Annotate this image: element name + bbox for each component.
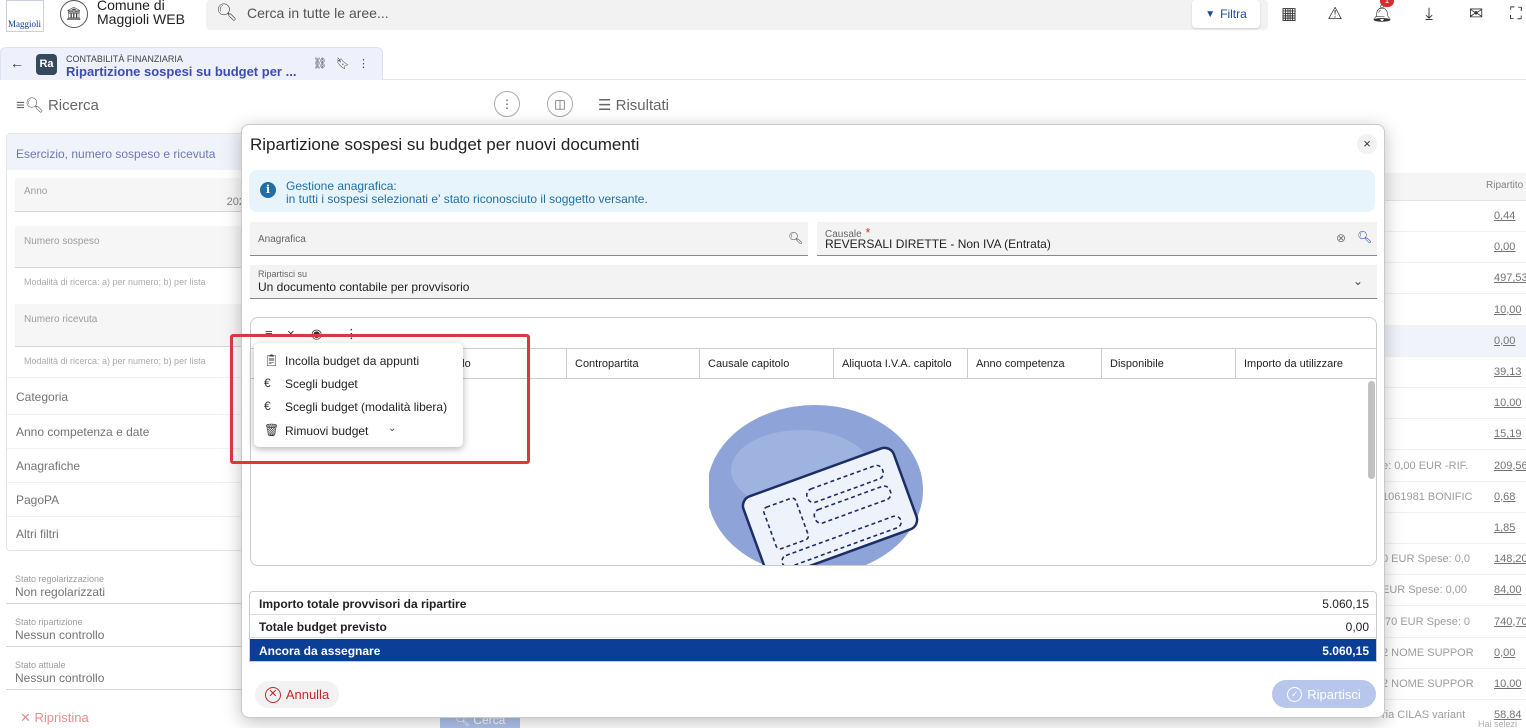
- totale-provvisori-row: Importo totale provvisori da ripartire 5…: [250, 592, 1376, 615]
- funnel-icon: ▼: [1205, 8, 1216, 20]
- cancel-circle-icon: ✕: [264, 686, 281, 703]
- search-icon[interactable]: 🔍︎: [788, 231, 803, 245]
- search-section-title: ≡🔍︎ Ricerca: [16, 97, 99, 114]
- ripartisci-su-select[interactable]: Ripartisci su Un documento contabile per…: [250, 265, 1377, 299]
- totals-summary: Importo totale provvisori da ripartire 5…: [249, 591, 1377, 662]
- dashboard-icon[interactable]: ▦: [1274, 0, 1304, 28]
- more-options-icon[interactable]: ⋮: [494, 91, 520, 117]
- causale-field[interactable]: Causale * REVERSALI DIRETTE - Non IVA (E…: [817, 222, 1377, 256]
- col-disponibile[interactable]: Disponibile: [1101, 349, 1235, 378]
- col-anno-competenza[interactable]: Anno competenza: [967, 349, 1101, 378]
- budget-context-menu: 📋︎ Incolla budget da appunti € Scegli bu…: [254, 343, 463, 447]
- menu-item-incolla-budget[interactable]: 📋︎ Incolla budget da appunti: [254, 350, 463, 372]
- tab-ripartizione[interactable]: ← Ra CONTABILITÀ FINANZIARIA Ripartizion…: [0, 47, 383, 80]
- more-vert-icon[interactable]: ⋮: [358, 57, 369, 70]
- ripartisci-button[interactable]: ✓ Ripartisci: [1272, 680, 1376, 708]
- bell-icon[interactable]: 🔔︎ 1: [1367, 0, 1397, 28]
- col-importo-da-utilizzare[interactable]: Importo da utilizzare: [1235, 349, 1368, 378]
- results-section-title: ☰ Risultati: [598, 97, 669, 114]
- filter-button[interactable]: ▼ Filtra: [1192, 0, 1260, 28]
- trash-icon: 🗑︎: [264, 423, 280, 437]
- euro-icon: €: [264, 399, 271, 413]
- anagrafica-field[interactable]: Anagrafica 🔍︎: [250, 222, 808, 256]
- clipboard-icon: 📋︎: [264, 353, 280, 367]
- info-icon: i: [260, 182, 276, 198]
- notification-badge: 1: [1380, 0, 1394, 7]
- fullscreen-icon[interactable]: ⛶: [1506, 0, 1526, 28]
- link-icon[interactable]: ⛓: [313, 57, 327, 70]
- town-name: Comune di Maggioli WEB: [97, 0, 185, 27]
- tab-strip: ← Ra CONTABILITÀ FINANZIARIA Ripartizion…: [0, 44, 1526, 80]
- menu-item-scegli-budget[interactable]: € Scegli budget: [254, 373, 463, 395]
- search-icon: 🔍︎: [216, 3, 238, 22]
- download-icon[interactable]: ⤓: [1414, 0, 1444, 28]
- info-banner: i Gestione anagrafica: in tutti i sospes…: [249, 170, 1375, 212]
- menu-item-rimuovi-budget[interactable]: 🗑︎ Rimuovi budget ⌄: [254, 420, 463, 442]
- col-aliquota[interactable]: Aliquota I.V.A. capitolo: [833, 349, 967, 378]
- euro-icon: €: [264, 376, 271, 390]
- back-arrow-icon[interactable]: ←: [10, 55, 24, 71]
- ancora-da-assegnare-row: Ancora da assegnare 5.060,15: [250, 639, 1376, 661]
- top-bar: Maggioli 🏛 Comune di Maggioli WEB 🔍︎ Cer…: [0, 0, 1526, 32]
- grid-scrollbar[interactable]: [1368, 381, 1375, 479]
- bookmark-icon[interactable]: 🔖︎: [336, 57, 350, 70]
- empty-state-illustration: [709, 405, 923, 565]
- totale-budget-row: Totale budget previsto 0,00: [250, 615, 1376, 638]
- tab-title: Ripartizione sospesi su budget per ...: [66, 64, 297, 79]
- town-hall-icon[interactable]: 🏛: [60, 0, 88, 28]
- mail-icon[interactable]: ✉: [1461, 0, 1491, 28]
- app-badge: Ra: [36, 54, 57, 75]
- menu-item-scegli-budget-libera[interactable]: € Scegli budget (modalità libera): [254, 396, 463, 418]
- panel-toggle-icon[interactable]: ◫: [547, 91, 573, 117]
- col-contropartita[interactable]: Contropartita: [566, 349, 699, 378]
- chevron-down-icon[interactable]: ⌄: [1353, 274, 1363, 288]
- col-causale-capitolo[interactable]: Causale capitolo: [699, 349, 833, 378]
- warning-icon[interactable]: ⚠: [1320, 0, 1350, 28]
- section-header: ≡🔍︎ Ricerca ⋮ ◫ ☰ Risultati: [0, 88, 1526, 118]
- global-search-input[interactable]: 🔍︎ Cerca in tutte le aree...: [206, 0, 1268, 30]
- maggioli-logo: Maggioli: [6, 0, 44, 32]
- cancel-button[interactable]: ✕ Annulla: [255, 681, 339, 708]
- chevron-down-icon[interactable]: ⌄: [388, 423, 396, 434]
- tab-supertitle: CONTABILITÀ FINANZIARIA: [66, 54, 183, 64]
- clear-icon[interactable]: ⊗: [1336, 231, 1346, 245]
- search-icon[interactable]: 🔍︎: [1357, 230, 1372, 244]
- dialog-title: Ripartizione sospesi su budget per nuovi…: [250, 135, 640, 154]
- check-circle-icon: ✓: [1287, 686, 1303, 702]
- close-icon[interactable]: ×: [1357, 134, 1377, 154]
